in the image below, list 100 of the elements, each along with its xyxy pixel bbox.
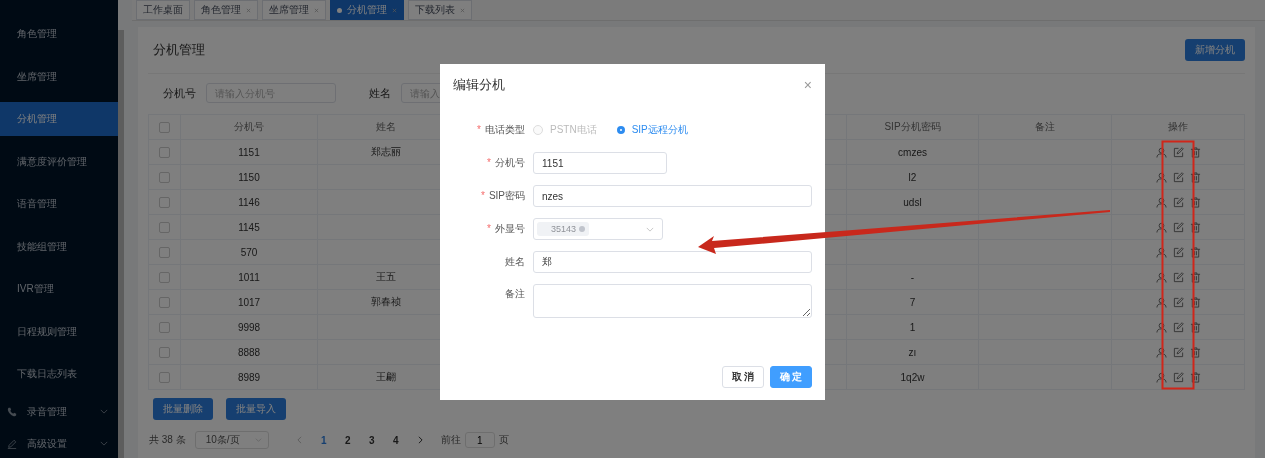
chevron-down-icon bbox=[100, 409, 108, 414]
table-cell: 570 bbox=[240, 246, 258, 258]
page-number[interactable]: 2 bbox=[335, 434, 360, 446]
trash-icon[interactable] bbox=[1189, 321, 1201, 333]
notes-textarea[interactable] bbox=[533, 284, 812, 318]
sidebar-item[interactable]: 角色管理 bbox=[0, 13, 118, 56]
sidebar-item[interactable]: 坐席管理 bbox=[0, 55, 118, 98]
select-all-checkbox[interactable] bbox=[159, 121, 170, 133]
pencil-icon bbox=[7, 438, 17, 449]
user-icon[interactable] bbox=[1155, 371, 1167, 383]
bulk-action-button[interactable]: 批量导入 bbox=[226, 398, 286, 420]
table-cell: 7 bbox=[909, 296, 916, 308]
page-size-select[interactable]: 10条/页 bbox=[194, 431, 269, 449]
radio-button[interactable] bbox=[616, 126, 625, 134]
filter-label: 分机号 bbox=[163, 85, 196, 101]
goto-page-input[interactable]: 1 bbox=[464, 432, 495, 448]
edit-icon[interactable] bbox=[1172, 346, 1184, 358]
user-icon[interactable] bbox=[1155, 221, 1167, 233]
trash-icon[interactable] bbox=[1189, 246, 1201, 258]
row-checkbox[interactable] bbox=[159, 296, 170, 308]
close-icon[interactable] bbox=[314, 7, 319, 13]
row-checkbox[interactable] bbox=[159, 371, 170, 383]
trash-icon[interactable] bbox=[1189, 171, 1201, 183]
trash-icon[interactable] bbox=[1189, 346, 1201, 358]
close-icon[interactable] bbox=[246, 7, 251, 13]
table-cell: 1146 bbox=[238, 196, 260, 208]
radio-option[interactable]: SIP远程分机 bbox=[616, 123, 688, 137]
edit-icon[interactable] bbox=[1172, 171, 1184, 183]
user-icon[interactable] bbox=[1155, 171, 1167, 183]
edit-icon[interactable] bbox=[1172, 296, 1184, 308]
cancel-button[interactable]: 取 消 bbox=[722, 366, 764, 388]
field-label: * 电话类型 bbox=[476, 123, 526, 137]
sidebar-item[interactable]: 满意度评价管理 bbox=[0, 140, 118, 183]
sidebar-item[interactable]: 下载日志列表 bbox=[0, 353, 118, 396]
edit-icon[interactable] bbox=[1172, 146, 1184, 158]
confirm-button[interactable]: 确 定 bbox=[770, 366, 812, 388]
edit-icon[interactable] bbox=[1172, 246, 1184, 258]
column-header: 操作 bbox=[1167, 120, 1189, 134]
text-input[interactable]: 郑 bbox=[533, 251, 812, 273]
page-number[interactable]: 4 bbox=[383, 434, 408, 446]
page-number[interactable]: 3 bbox=[359, 434, 384, 446]
user-icon[interactable] bbox=[1155, 271, 1167, 283]
trash-icon[interactable] bbox=[1189, 196, 1201, 208]
row-checkbox[interactable] bbox=[159, 221, 170, 233]
row-checkbox[interactable] bbox=[159, 196, 170, 208]
sidebar-item[interactable]: 语音管理 bbox=[0, 183, 118, 226]
close-icon[interactable] bbox=[460, 7, 465, 13]
table-cell: 1 bbox=[909, 321, 916, 333]
row-checkbox[interactable] bbox=[159, 246, 170, 258]
tab[interactable]: 下载列表 bbox=[408, 0, 472, 20]
trash-icon[interactable] bbox=[1189, 271, 1201, 283]
tab[interactable]: 坐席管理 bbox=[262, 0, 326, 20]
dialog-title: 编辑分机 bbox=[453, 76, 505, 94]
remove-tag-icon[interactable] bbox=[579, 226, 586, 232]
tab[interactable]: 分机管理 bbox=[330, 0, 404, 20]
edit-icon[interactable] bbox=[1172, 321, 1184, 333]
close-button[interactable]: × bbox=[803, 77, 812, 93]
scrollbar[interactable] bbox=[118, 30, 124, 458]
text-input[interactable]: nzes bbox=[533, 185, 812, 207]
tab[interactable]: 角色管理 bbox=[194, 0, 258, 20]
page-number[interactable]: 1 bbox=[311, 434, 336, 446]
goto-label: 前往 bbox=[440, 433, 461, 447]
bulk-action-button[interactable]: 批量删除 bbox=[153, 398, 213, 420]
user-icon[interactable] bbox=[1155, 296, 1167, 308]
user-icon[interactable] bbox=[1155, 246, 1167, 258]
table-cell: 王翩 bbox=[376, 370, 396, 384]
row-checkbox[interactable] bbox=[159, 271, 170, 283]
trash-icon[interactable] bbox=[1189, 146, 1201, 158]
text-input[interactable]: 1151 bbox=[533, 152, 667, 174]
close-icon[interactable] bbox=[392, 7, 397, 13]
edit-icon[interactable] bbox=[1172, 371, 1184, 383]
field-label: 姓名 bbox=[504, 255, 526, 269]
edit-icon[interactable] bbox=[1172, 271, 1184, 283]
user-icon[interactable] bbox=[1155, 196, 1167, 208]
caller-id-select[interactable]: 35143 bbox=[533, 218, 663, 240]
sidebar-item[interactable]: 技能组管理 bbox=[0, 225, 118, 268]
row-checkbox[interactable] bbox=[159, 346, 170, 358]
row-checkbox[interactable] bbox=[159, 171, 170, 183]
page-title: 分机管理 bbox=[153, 41, 205, 59]
trash-icon[interactable] bbox=[1189, 296, 1201, 308]
trash-icon[interactable] bbox=[1189, 371, 1201, 383]
table-cell: udsl bbox=[903, 196, 922, 208]
row-checkbox[interactable] bbox=[159, 146, 170, 158]
previous-page-icon[interactable] bbox=[296, 436, 302, 444]
sidebar-item[interactable]: 分机管理 bbox=[0, 102, 118, 136]
sidebar-item[interactable]: IVR管理 bbox=[0, 268, 118, 311]
sidebar-item[interactable]: 录音管理 bbox=[0, 395, 118, 428]
sidebar-item[interactable]: 高级设置 bbox=[0, 427, 118, 458]
sidebar-item[interactable]: 日程规则管理 bbox=[0, 310, 118, 353]
next-page-icon[interactable] bbox=[417, 436, 423, 444]
tab[interactable]: 工作桌面 bbox=[136, 0, 190, 20]
user-icon[interactable] bbox=[1155, 346, 1167, 358]
add-extension-button[interactable]: 新增分机 bbox=[1185, 39, 1245, 61]
edit-icon[interactable] bbox=[1172, 221, 1184, 233]
trash-icon[interactable] bbox=[1189, 221, 1201, 233]
row-checkbox[interactable] bbox=[159, 321, 170, 333]
table-cell: l2 bbox=[908, 171, 917, 183]
user-icon[interactable] bbox=[1155, 146, 1167, 158]
edit-icon[interactable] bbox=[1172, 196, 1184, 208]
user-icon[interactable] bbox=[1155, 321, 1167, 333]
